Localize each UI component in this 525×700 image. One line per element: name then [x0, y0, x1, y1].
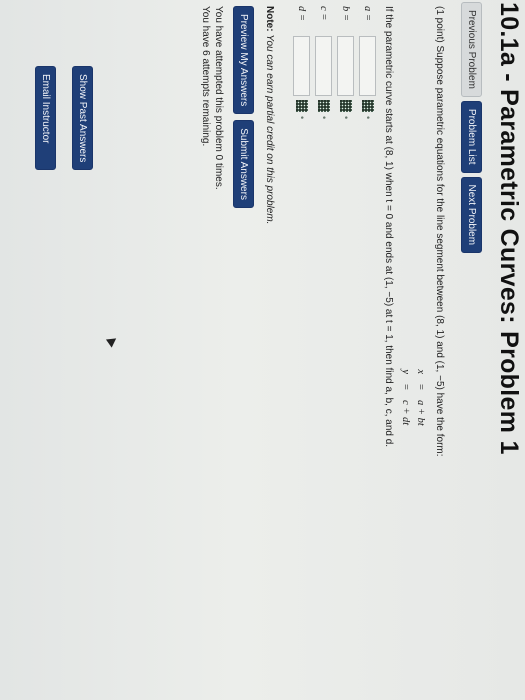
- status-dot: •: [297, 116, 307, 120]
- attempts-info: You have attempted this problem 0 times.…: [199, 6, 225, 686]
- status-dot: •: [363, 116, 373, 120]
- answer-row-d: d = •: [291, 6, 313, 686]
- submit-row: Preview My Answers Submit Answers: [233, 6, 254, 686]
- note-text: You can earn partial credit on this prob…: [264, 34, 275, 225]
- next-problem-button[interactable]: Next Problem: [461, 176, 482, 254]
- equation-rhs: a + bt: [415, 400, 426, 426]
- email-instructor-button[interactable]: Email Instructor: [35, 66, 56, 171]
- previous-problem-button[interactable]: Previous Problem: [461, 2, 482, 97]
- answer-label-b: b =: [340, 6, 352, 21]
- equation-block: x = a + bt y = c + dt: [398, 364, 428, 686]
- answer-label-a: a =: [362, 6, 374, 21]
- status-dot: •: [341, 116, 351, 120]
- answer-row-b: b = •: [335, 6, 357, 686]
- photo-backdrop: 10.1a - Parametric Curves: Problem 1 Pre…: [0, 0, 525, 700]
- status-dot: •: [319, 116, 329, 120]
- problem-list-button[interactable]: Problem List: [461, 100, 482, 173]
- equation-row: y = c + dt: [398, 364, 413, 686]
- answer-block: a = • b = • c = • d = •: [291, 6, 379, 686]
- mouse-cursor-icon: [105, 334, 120, 348]
- equation-lhs: y: [400, 369, 411, 374]
- preview-answers-button[interactable]: Preview My Answers: [233, 6, 254, 115]
- equation-equals: =: [415, 384, 426, 390]
- answer-label-c: c =: [318, 6, 330, 21]
- problem-body: (1 point) Suppose parametric equations f…: [199, 6, 445, 686]
- equation-lhs: x: [415, 369, 426, 374]
- equation-equals: =: [400, 384, 411, 390]
- show-past-answers-button[interactable]: Show Past Answers: [72, 66, 93, 171]
- answer-row-c: c = •: [313, 6, 335, 686]
- side-actions: Show Past Answers Email Instructor: [35, 66, 93, 171]
- answer-row-a: a = •: [357, 6, 379, 686]
- answer-label-d: d =: [296, 6, 308, 21]
- submit-answers-button[interactable]: Submit Answers: [233, 120, 254, 208]
- grid-icon[interactable]: [296, 100, 308, 112]
- remaining-text: You have 6 attempts remaining.: [200, 6, 211, 147]
- problem-page: 10.1a - Parametric Curves: Problem 1 Pre…: [0, 0, 525, 700]
- answer-input-a[interactable]: [359, 36, 377, 96]
- answer-input-c[interactable]: [315, 36, 333, 96]
- problem-intro: (1 point) Suppose parametric equations f…: [434, 6, 445, 457]
- partial-credit-note: Note: You can earn partial credit on thi…: [264, 6, 275, 686]
- answer-input-b[interactable]: [337, 36, 355, 96]
- note-label: Note:: [264, 6, 275, 32]
- problem-nav: Previous Problem Problem List Next Probl…: [461, 2, 482, 254]
- attempted-text: You have attempted this problem 0 times.: [213, 6, 224, 190]
- problem-question: If the parametric curve starts at (8, 1)…: [383, 6, 394, 448]
- grid-icon[interactable]: [318, 100, 330, 112]
- answer-input-d[interactable]: [293, 36, 311, 96]
- page-title: 10.1a - Parametric Curves: Problem 1: [495, 2, 523, 455]
- equation-row: x = a + bt: [413, 364, 428, 686]
- grid-icon[interactable]: [362, 100, 374, 112]
- grid-icon[interactable]: [340, 100, 352, 112]
- equation-rhs: c + dt: [400, 400, 411, 426]
